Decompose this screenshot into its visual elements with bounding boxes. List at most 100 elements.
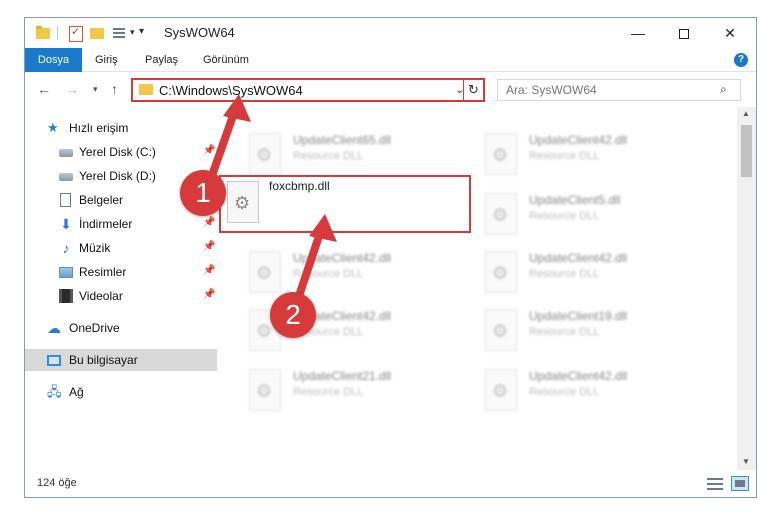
sidebar-item-label: Bu bilgisayar: [69, 353, 138, 367]
sidebar-item-downloads[interactable]: ⬇ İndirmeler 📌: [25, 213, 217, 235]
disk-icon: [59, 173, 73, 181]
scroll-down-icon[interactable]: ▼: [742, 457, 750, 466]
dll-file-icon: [485, 309, 517, 351]
sidebar-item-label: Yerel Disk (C:): [79, 145, 156, 159]
file-name: UpdateClient65.dll: [293, 133, 392, 147]
sidebar-item-videos[interactable]: Videolar 📌: [25, 285, 217, 307]
vertical-scrollbar[interactable]: ▲ ▼: [737, 107, 756, 470]
sidebar-item-label: Yerel Disk (D:): [79, 169, 156, 183]
file-name: foxcbmp.dll: [269, 179, 330, 193]
sidebar-item-label: OneDrive: [69, 321, 120, 335]
file-name: UpdateClient42.dll: [529, 369, 628, 383]
music-icon: ♪: [62, 240, 70, 256]
back-button[interactable]: ←: [37, 81, 51, 97]
minimize-button[interactable]: —: [615, 18, 661, 48]
network-icon: 🖧: [47, 384, 62, 399]
view-options-icon[interactable]: ▾: [111, 25, 141, 41]
list-item[interactable]: UpdateClient19.dll Resource DLL: [477, 303, 701, 359]
address-bar[interactable]: C:\Windows\SysWOW64 ⌄: [131, 78, 485, 102]
file-name: UpdateClient5.dll: [529, 193, 621, 207]
tab-file[interactable]: Dosya: [25, 48, 82, 72]
help-icon[interactable]: ?: [734, 53, 748, 67]
download-icon: ⬇: [60, 216, 72, 232]
list-item[interactable]: UpdateClient42.dll Resource DLL: [477, 245, 701, 301]
sidebar-item-disk-c[interactable]: Yerel Disk (C:) 📌: [25, 141, 217, 163]
file-name: UpdateClient21.dll: [293, 369, 392, 383]
file-type: Resource DLL: [529, 326, 600, 338]
pin-icon[interactable]: 📌: [203, 241, 215, 252]
explorer-window: ▾ ▾ SysWOW64 — ✕ Dosya Giriş Paylaş Görü…: [24, 17, 757, 498]
sidebar-item-this-pc[interactable]: Bu bilgisayar: [25, 349, 217, 371]
file-name: UpdateClient42.dll: [529, 133, 628, 147]
sidebar-item-label: Müzik: [79, 241, 111, 255]
up-button[interactable]: ↑: [111, 81, 118, 97]
search-box[interactable]: ⌕: [497, 79, 741, 101]
folder-icon: [35, 25, 51, 41]
list-item[interactable]: UpdateClient42.dll Resource DLL: [477, 363, 701, 419]
forward-button[interactable]: →: [65, 81, 79, 97]
tab-share[interactable]: Paylaş: [135, 48, 188, 72]
navigation-pane: ★ Hızlı erişim Yerel Disk (C:) 📌 Yerel D…: [25, 107, 217, 470]
dll-file-icon: [485, 193, 517, 235]
large-icons-view-icon[interactable]: [731, 476, 749, 491]
maximize-icon: [679, 29, 689, 40]
dll-file-icon: [485, 369, 517, 411]
sidebar-item-label: Belgeler: [79, 193, 124, 207]
refresh-button[interactable]: ↻: [463, 78, 485, 102]
dll-file-icon: [485, 133, 517, 175]
star-icon: ★: [47, 120, 59, 135]
sidebar-item-pictures[interactable]: Resimler 📌: [25, 261, 217, 283]
list-item[interactable]: UpdateClient21.dll Resource DLL: [241, 363, 465, 419]
maximize-button[interactable]: [661, 18, 707, 48]
pin-icon[interactable]: 📌: [203, 289, 215, 300]
cloud-icon: ☁: [47, 320, 61, 336]
sidebar-item-onedrive[interactable]: ☁ OneDrive: [25, 317, 217, 339]
file-type: Resource DLL: [529, 150, 600, 162]
window-title: SysWOW64: [164, 25, 235, 40]
item-count: 124 öğe: [37, 477, 77, 489]
list-item[interactable]: UpdateClient42.dll Resource DLL: [241, 245, 465, 301]
sidebar-item-network[interactable]: 🖧 Ağ: [25, 381, 217, 403]
list-item[interactable]: UpdateClient42.dll Resource DLL: [477, 127, 701, 183]
pictures-icon: [59, 267, 73, 278]
toolbar-separator: [57, 26, 58, 40]
scroll-up-icon[interactable]: ▲: [742, 109, 750, 118]
pin-icon[interactable]: 📌: [203, 217, 215, 228]
dll-file-icon: [485, 251, 517, 293]
video-icon: [59, 289, 73, 303]
sidebar-item-label: Hızlı erişim: [69, 121, 129, 135]
customize-toolbar-icon[interactable]: ▾: [139, 26, 144, 37]
step-badge-2: 2: [270, 292, 316, 338]
file-type: Resource DLL: [293, 150, 364, 162]
properties-icon[interactable]: [67, 25, 83, 42]
highlighted-file-frame: foxcbmp.dll: [219, 175, 471, 233]
recent-locations-button[interactable]: ▾: [93, 84, 98, 95]
scrollbar-thumb[interactable]: [741, 125, 752, 177]
sidebar-item-label: Resimler: [79, 265, 127, 279]
folder-icon: [139, 84, 153, 95]
title-bar: ▾ ▾ SysWOW64 — ✕: [25, 18, 756, 48]
file-type: Resource DLL: [529, 268, 600, 280]
computer-icon: [47, 355, 61, 366]
search-input[interactable]: [506, 82, 706, 98]
tab-home[interactable]: Giriş: [85, 48, 128, 72]
file-name: UpdateClient19.dll: [529, 309, 628, 323]
search-icon[interactable]: ⌕: [720, 82, 727, 97]
dll-file-icon: [249, 369, 281, 411]
close-button[interactable]: ✕: [707, 18, 753, 48]
new-folder-icon[interactable]: [89, 25, 105, 41]
sidebar-item-music[interactable]: ♪ Müzik 📌: [25, 237, 217, 259]
status-bar: 124 öğe: [25, 470, 756, 497]
pin-icon[interactable]: 📌: [203, 265, 215, 276]
step-badge-1: 1: [180, 170, 226, 216]
sidebar-item-label: Videolar: [79, 289, 123, 303]
tab-view[interactable]: Görünüm: [193, 48, 259, 72]
details-view-icon[interactable]: [707, 478, 723, 490]
file-type: Resource DLL: [529, 386, 600, 398]
sidebar-item-quick-access[interactable]: ★ Hızlı erişim: [25, 117, 217, 139]
dll-file-icon: [249, 251, 281, 293]
file-type: Resource DLL: [293, 386, 364, 398]
list-item[interactable]: UpdateClient5.dll Resource DLL: [477, 187, 701, 243]
disk-icon: [59, 149, 73, 157]
ribbon-tabs: Dosya Giriş Paylaş Görünüm ?: [25, 48, 756, 72]
